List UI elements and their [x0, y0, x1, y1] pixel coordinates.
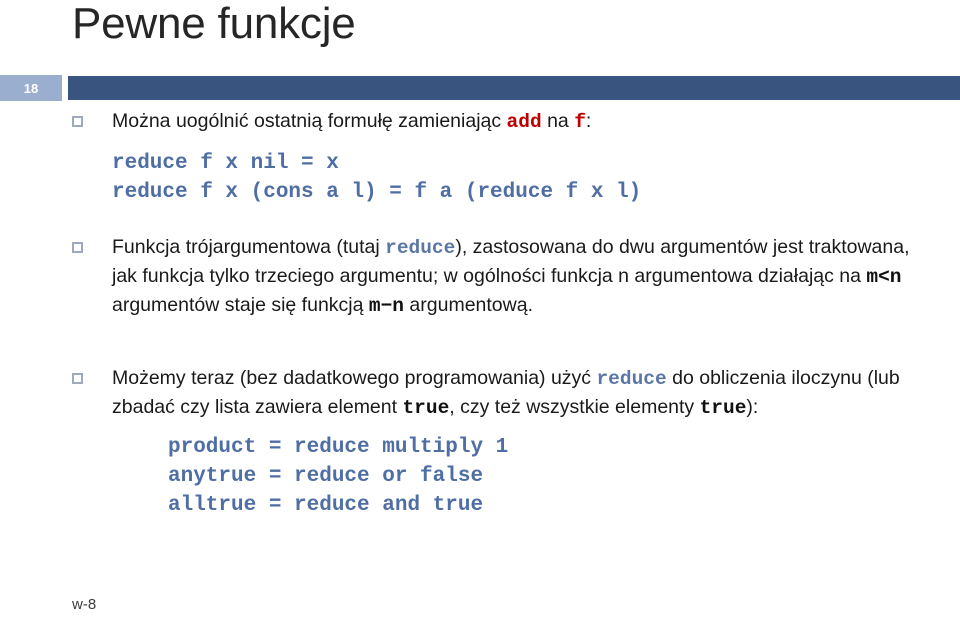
square-bullet-icon — [72, 242, 83, 253]
bullet-text: Możemy teraz (bez dadatkowego programowa… — [112, 364, 918, 422]
bullet-item-no-extra-programming: Możemy teraz (bez dadatkowego programowa… — [0, 364, 960, 422]
code-line: reduce f x (cons a l) = f a (reduce f x … — [112, 181, 642, 204]
inline-text: argumentów staje się funkcją — [112, 294, 369, 316]
footer-label: w-8 — [72, 596, 97, 613]
bullet-text: Funkcja trójargumentowa (tutaj reduce), … — [112, 233, 918, 320]
inline-text: na — [541, 110, 575, 132]
inline-code: reduce — [385, 237, 456, 259]
bullet-item-three-arg: Funkcja trójargumentowa (tutaj reduce), … — [0, 233, 960, 320]
inline-code: reduce — [596, 368, 667, 390]
inline-text: Możemy teraz (bez dadatkowego programowa… — [112, 367, 597, 389]
page-title: Pewne funkcje — [72, 0, 356, 48]
bullet-text: Można uogólnić ostatnią formułę zamienia… — [112, 107, 918, 136]
inline-code: m<n — [866, 266, 902, 288]
inline-text: , czy też wszystkie elementy — [449, 396, 700, 418]
code-line: product = reduce multiply 1 — [168, 436, 509, 459]
inline-text: ): — [746, 396, 759, 418]
code-line: alltrue = reduce and true — [168, 494, 484, 517]
code-line: reduce f x nil = x — [112, 152, 339, 175]
inline-code: true — [402, 397, 450, 419]
slide-number-badge: 18 — [0, 75, 62, 101]
inline-text: Funkcja trójargumentowa (tutaj — [112, 236, 386, 258]
square-bullet-icon — [72, 116, 83, 127]
inline-text: argumentową. — [404, 294, 533, 316]
inline-text: : — [585, 110, 592, 132]
slide-body: Można uogólnić ostatnią formułę zamienia… — [0, 103, 960, 520]
square-bullet-icon — [72, 373, 83, 384]
bullet-item-generalize: Można uogólnić ostatnią formułę zamienia… — [0, 107, 960, 136]
inline-text: Można uogólnić ostatnią formułę zamienia… — [112, 110, 507, 132]
code-block-derived-functions: product = reduce multiply 1 anytrue = red… — [0, 433, 960, 520]
inline-code: f — [574, 111, 586, 133]
header-rule: 18 — [0, 75, 960, 101]
code-block-reduce-definition: reduce f x nil = x reduce f x (cons a l) … — [0, 149, 960, 207]
header-accent-bar — [68, 76, 960, 100]
presentation-slide: Pewne funkcje 18 Można uogólnić ostatnią… — [0, 0, 960, 627]
code-line: anytrue = reduce or false — [168, 465, 484, 488]
inline-code: true — [699, 397, 747, 419]
inline-code: add — [506, 111, 542, 133]
inline-code: m−n — [368, 295, 404, 317]
